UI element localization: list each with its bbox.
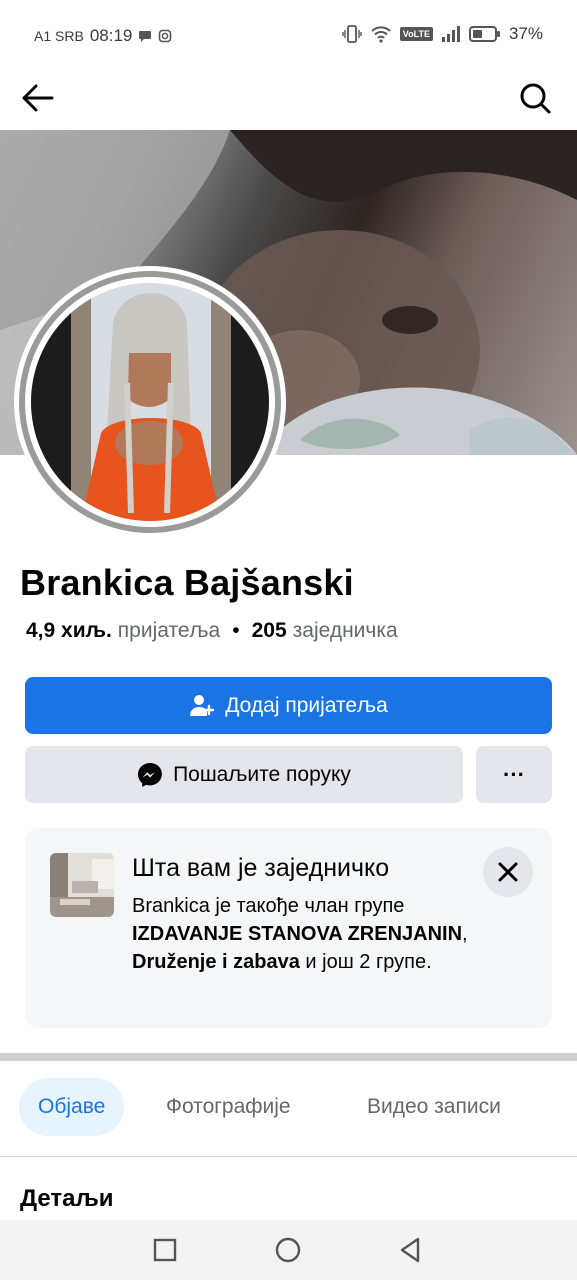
details-heading: Детаљи xyxy=(20,1185,114,1212)
tab-photos[interactable]: Фотографије xyxy=(166,1078,291,1136)
recent-apps-icon[interactable] xyxy=(149,1234,181,1266)
search-icon xyxy=(520,83,551,114)
app-bar xyxy=(0,70,577,130)
more-options-button[interactable]: ··· xyxy=(476,746,552,803)
wifi-icon xyxy=(371,26,391,43)
back-nav-icon[interactable] xyxy=(394,1234,426,1266)
friend-stats[interactable]: 4,9 хиљ. пријатеља • 205 заједничка xyxy=(26,619,398,643)
things-in-common-card[interactable]: Шта вам је заједничко Brankica је такође… xyxy=(25,828,552,1028)
status-bar: A1 SRB 08:19 VoLTE 37% xyxy=(0,0,577,70)
back-button[interactable] xyxy=(18,78,58,118)
profile-avatar[interactable] xyxy=(14,266,286,538)
group-thumbnail xyxy=(50,853,114,917)
group-link-druzenje[interactable]: Druženje i zabava xyxy=(132,951,300,973)
carrier-label: A1 SRB xyxy=(34,28,84,44)
stats-separator: • xyxy=(232,619,240,642)
vibrate-icon xyxy=(342,25,362,43)
mutual-count: 205 xyxy=(251,619,287,642)
chat-notification-icon xyxy=(139,31,152,42)
avatar-image xyxy=(31,283,269,521)
more-icon: ··· xyxy=(503,761,525,787)
battery-percent: 37% xyxy=(508,24,543,43)
group-link-izdavanje[interactable]: IZDAVANJE STANOVA ZRENJANIN xyxy=(132,923,462,945)
add-friend-label: Додај пријатеља xyxy=(225,693,388,717)
tabs-divider xyxy=(0,1156,577,1157)
instagram-notification-icon xyxy=(159,29,172,43)
dismiss-common-button[interactable] xyxy=(483,847,533,897)
home-icon[interactable] xyxy=(272,1234,304,1266)
close-icon xyxy=(498,862,518,882)
common-text-suffix: и још 2 групе. xyxy=(299,951,432,973)
clock: 08:19 xyxy=(89,26,133,45)
common-description: Brankica је такође члан групе IZDAVANJE … xyxy=(132,892,472,976)
tab-posts[interactable]: Објаве xyxy=(19,1078,125,1136)
volte-badge: VoLTE xyxy=(399,27,433,41)
add-friend-button[interactable]: Додај пријатеља xyxy=(25,677,552,734)
send-message-label: Пошаљите поруку xyxy=(173,762,351,786)
common-text-prefix: Brankica је такође члан групе xyxy=(132,895,405,917)
system-nav-bar xyxy=(0,1220,577,1280)
friends-count: 4,9 хиљ. xyxy=(26,619,112,642)
profile-name: Brankica Bajšanski xyxy=(20,562,354,603)
messenger-icon xyxy=(138,762,162,787)
add-person-icon xyxy=(190,694,215,716)
send-message-button[interactable]: Пошаљите поруку xyxy=(25,746,463,803)
arrow-left-icon xyxy=(22,84,54,112)
section-divider xyxy=(0,1053,577,1061)
common-title: Шта вам је заједничко xyxy=(132,854,390,882)
status-right: VoLTE 37% xyxy=(342,24,543,44)
search-button[interactable] xyxy=(515,78,555,118)
signal-icon xyxy=(441,26,460,42)
friends-label: пријатеља xyxy=(117,619,221,642)
status-left: A1 SRB 08:19 xyxy=(34,26,172,46)
tab-videos[interactable]: Видео записи xyxy=(367,1078,501,1136)
mutual-label: заједничка xyxy=(292,619,398,642)
profile-tabs: Објаве Фотографије Видео записи xyxy=(0,1078,577,1138)
common-comma: , xyxy=(462,923,468,945)
avatar-ring xyxy=(19,271,281,533)
battery-icon xyxy=(468,26,500,42)
